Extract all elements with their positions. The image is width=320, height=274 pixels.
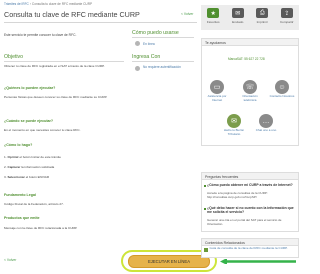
phone-icon: ☏: [243, 80, 257, 94]
execute-online-button[interactable]: EJECUTAR EN LÍNEA: [128, 255, 210, 268]
faq-bullet-icon: [204, 208, 206, 210]
send-label: Enviado: [232, 20, 244, 24]
objetivo-text: Obtener tu clave de RFC registrada en el…: [4, 64, 105, 68]
ingresa-divider: [132, 61, 194, 62]
fundamento-text: Código Fiscal de la Federación, artículo…: [4, 202, 64, 206]
faq-answer-2: Generar una cita en el portal del SAT pa…: [207, 218, 282, 226]
print-icon: ⎙: [256, 8, 269, 18]
send-button[interactable]: ✉ Enviado: [226, 5, 251, 30]
help-internet-label: Asistencia por Internet: [207, 94, 227, 102]
step-1-action: Oprimir: [7, 155, 19, 159]
fundamento-heading: Fundamento Legal: [4, 193, 36, 197]
breadcrumb-item-tramites[interactable]: Trámites del RFC: [4, 2, 29, 6]
productos-heading: Productos que emite: [4, 216, 40, 220]
uses-online-label: En línea: [143, 41, 155, 46]
cuando-heading: ¿Cuándo se puede ejecutar?: [4, 119, 54, 123]
help-mailbox[interactable]: ✉ Hazlo tu Buzón Tributario: [221, 114, 247, 136]
faq-panel-header: Preguntas frecuentes: [201, 172, 299, 180]
faq-answer-1: Accede a la página de consultas de la CU…: [207, 191, 268, 199]
ingresa-auth: No requiere autentificación: [135, 65, 183, 71]
quick-actions: ★ Favoritos ✉ Enviado ⎙ Imprimir ⇪ Compa…: [201, 5, 299, 30]
help-contact-label: Contacto Nosotros: [269, 94, 295, 98]
step-3-action: Seleccionar: [7, 175, 25, 179]
related-panel-header: Contenidos Relacionados: [201, 238, 299, 246]
breadcrumb: Trámites del RFC›Consulta tu clave de RF…: [4, 2, 93, 6]
sidebar: ★ Favoritos ✉ Enviado ⎙ Imprimir ⇪ Compa…: [201, 0, 299, 274]
faq-bullet-icon: [204, 185, 206, 187]
help-phone-service[interactable]: ☏ Orientación telefónica: [237, 80, 263, 102]
step-2-action: Capturar: [7, 165, 21, 169]
step-3: 3. Seleccionar el botón ENVIAR: [4, 175, 49, 179]
print-label: Imprimir: [256, 20, 268, 24]
objetivo-heading: Objetivo: [4, 54, 24, 60]
quien-text: Personas físicas que deseen conocer su c…: [4, 95, 108, 99]
send-icon: ✉: [231, 8, 244, 18]
step-2-detail: la información solicitada: [20, 165, 55, 169]
step-2: 2. Capturar la información solicitada: [4, 165, 54, 169]
favorites-label: Favoritos: [206, 20, 220, 24]
related-item-label: Guía de consulta de la clave del RFC med…: [209, 246, 288, 250]
help-chat[interactable]: … Chat uno a uno: [253, 114, 279, 133]
chat-icon: …: [259, 114, 273, 128]
mailbox-icon: ✉: [227, 114, 241, 128]
como-heading: ¿Cómo lo hago?: [4, 143, 33, 147]
title-divider: [4, 22, 197, 23]
ingresa-heading: Ingresa Con: [132, 54, 161, 60]
help-internet[interactable]: ▭ Asistencia por Internet: [204, 80, 230, 102]
uses-online: En línea: [135, 41, 155, 46]
quien-heading: ¿Quiénes lo pueden ejecutar?: [4, 86, 56, 90]
step-1: 1. Oprimir el botón Iniciar de este trám…: [4, 155, 61, 159]
uses-heading: Cómo puedo usarse: [132, 30, 179, 36]
document-icon: [204, 247, 208, 252]
help-phone: MarcaSAT: 55 627 22 728: [228, 57, 265, 61]
breadcrumb-item-current: Consulta tu clave de RFC mediante CURP: [31, 2, 93, 6]
related-item[interactable]: Guía de consulta de la clave del RFC med…: [204, 246, 296, 252]
help-panel-header: Te ayudamos: [201, 38, 299, 46]
back-link-top[interactable]: < Volver: [181, 12, 193, 16]
share-label: Compartir: [279, 20, 294, 24]
share-button[interactable]: ⇪ Compartir: [275, 5, 300, 30]
contact-icon: ☺: [275, 80, 289, 94]
uses-divider: [132, 37, 194, 38]
page-title: Consulta tu clave de RFC mediante CURP: [4, 10, 140, 19]
ingresa-auth-label: No requiere autentificación: [143, 65, 181, 69]
help-mailbox-label: Hazlo tu Buzón Tributario: [223, 128, 245, 136]
help-phone-label: Orientación telefónica: [242, 94, 258, 102]
share-icon: ⇪: [280, 8, 293, 18]
cuando-text: En el momento en que necesites conocer t…: [4, 128, 81, 132]
monitor-icon: ▭: [210, 80, 224, 94]
star-icon: ★: [207, 8, 220, 18]
print-button[interactable]: ⎙ Imprimir: [250, 5, 275, 30]
lock-icon: [135, 65, 140, 71]
intro-text: Este servicio te permite conocer tu clav…: [4, 33, 77, 37]
help-chat-label: Chat uno a uno: [255, 128, 277, 132]
help-contact[interactable]: ☺ Contacto Nosotros: [269, 80, 295, 99]
faq-question-2[interactable]: ¿Qué debo hacer si no cuento con la info…: [207, 206, 295, 214]
objetivo-divider: [4, 61, 124, 62]
globe-icon: [135, 41, 140, 46]
back-link-bottom[interactable]: < Volver: [4, 258, 16, 262]
favorites-button[interactable]: ★ Favoritos: [201, 5, 226, 30]
step-3-detail: el botón ENVIAR: [24, 175, 50, 179]
faq-question-1[interactable]: ¿Cómo puedo obtener mi CURP a través de …: [207, 183, 295, 187]
productos-text: Mensaje con la clave de RFC relacionada …: [4, 226, 78, 230]
step-1-detail: el botón Iniciar de este trámite: [18, 155, 61, 159]
